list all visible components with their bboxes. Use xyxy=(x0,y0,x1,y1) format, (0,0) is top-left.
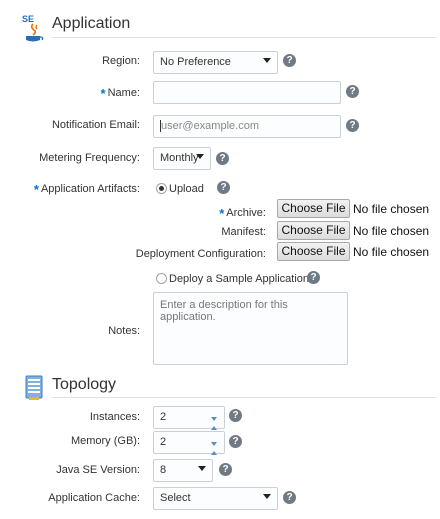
notes-textarea[interactable] xyxy=(153,292,348,365)
notification-email-help-icon[interactable]: ? xyxy=(346,119,359,132)
metering-frequency-help-icon[interactable]: ? xyxy=(216,152,229,165)
required-marker: * xyxy=(33,182,39,197)
instances-value: 2 xyxy=(160,411,167,423)
notification-email-placeholder: user@example.com xyxy=(161,120,259,132)
metering-frequency-value: Monthly xyxy=(160,152,199,164)
required-marker: * xyxy=(100,86,106,101)
archive-file-status: No file chosen xyxy=(353,202,430,216)
decrement-arrow-icon[interactable] xyxy=(211,417,221,433)
app-cache-label: Application Cache: xyxy=(48,492,140,504)
topology-section-title: Topology xyxy=(52,376,117,393)
region-select-value: No Preference xyxy=(160,56,231,68)
archive-label-wrap: * Archive: xyxy=(219,204,266,221)
region-help-icon[interactable]: ? xyxy=(283,54,296,67)
region-select[interactable]: No Preference xyxy=(153,51,278,74)
metering-frequency-select[interactable]: Monthly xyxy=(153,147,211,170)
instances-label: Instances: xyxy=(89,411,140,423)
java-version-value: 8 xyxy=(160,464,167,476)
notification-email-label: Notification Email: xyxy=(51,119,140,131)
archive-choose-file-button[interactable]: Choose File xyxy=(277,199,350,218)
chevron-down-icon xyxy=(198,466,206,471)
memory-value: 2 xyxy=(160,436,167,448)
topology-section-divider xyxy=(52,397,436,398)
application-section-divider xyxy=(52,37,436,38)
deploy-sample-help-icon[interactable]: ? xyxy=(307,271,320,284)
name-label: Name: xyxy=(107,87,140,99)
memory-label: Memory (GB): xyxy=(70,435,140,447)
manifest-choose-file-button[interactable]: Choose File xyxy=(277,221,350,240)
name-label-wrap: * Name: xyxy=(100,84,140,101)
manifest-file-status: No file chosen xyxy=(353,224,430,238)
artifacts-help-icon[interactable]: ? xyxy=(217,181,230,194)
chevron-down-icon xyxy=(263,58,271,63)
metering-frequency-label: Metering Frequency: xyxy=(39,152,140,164)
svg-text:SE: SE xyxy=(22,14,34,24)
java-version-select[interactable]: 8 xyxy=(153,459,213,482)
upload-radio-label: Upload xyxy=(169,183,204,195)
chevron-down-icon xyxy=(263,494,271,499)
archive-label: Archive: xyxy=(226,207,266,219)
deployment-config-file-status: No file chosen xyxy=(353,245,430,259)
instances-help-icon[interactable]: ? xyxy=(229,409,242,422)
decrement-arrow-icon[interactable] xyxy=(211,442,221,458)
java-version-help-icon[interactable]: ? xyxy=(219,463,232,476)
memory-stepper[interactable]: 2 xyxy=(153,431,225,458)
app-cache-select[interactable]: Select xyxy=(153,487,278,510)
artifacts-label: Application Artifacts: xyxy=(40,183,140,195)
notification-email-input[interactable]: user@example.com xyxy=(153,115,341,138)
java-se-icon: SE xyxy=(20,12,46,44)
region-label: Region: xyxy=(102,55,140,67)
name-input[interactable] xyxy=(153,81,341,104)
deploy-sample-label: Deploy a Sample Application xyxy=(169,273,310,285)
upload-radio[interactable] xyxy=(156,183,167,194)
java-version-label: Java SE Version: xyxy=(56,464,140,476)
application-section-title: Application xyxy=(52,15,131,32)
deployment-config-choose-file-button[interactable]: Choose File xyxy=(277,242,350,261)
name-help-icon[interactable]: ? xyxy=(346,85,359,98)
deploy-sample-radio[interactable] xyxy=(156,273,167,284)
notes-label: Notes: xyxy=(108,325,140,337)
required-marker: * xyxy=(219,206,225,221)
instances-stepper[interactable]: 2 xyxy=(153,406,225,433)
artifacts-label-wrap: * Application Artifacts: xyxy=(33,180,140,197)
memory-help-icon[interactable]: ? xyxy=(229,435,242,448)
chevron-down-icon xyxy=(196,154,204,159)
manifest-label: Manifest: xyxy=(221,226,266,238)
topology-icon xyxy=(25,375,43,401)
deployment-config-label: Deployment Configuration: xyxy=(135,248,266,260)
app-cache-help-icon[interactable]: ? xyxy=(283,491,296,504)
app-cache-value: Select xyxy=(160,492,191,504)
